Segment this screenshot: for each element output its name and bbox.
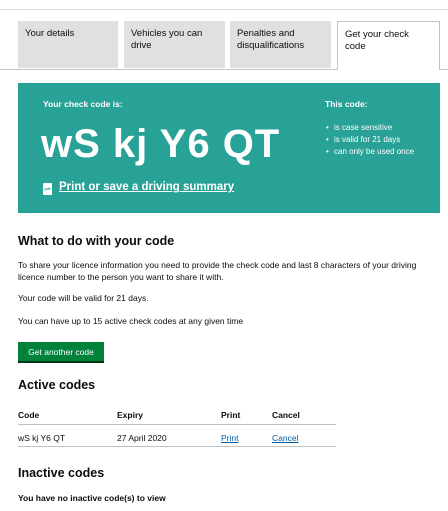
column-header-expiry: Expiry — [117, 410, 143, 420]
row-print-link[interactable]: Print — [221, 433, 238, 443]
active-limit-text: You can have up to 15 active check codes… — [18, 316, 244, 326]
validity-text: Your code will be valid for 21 days. — [18, 293, 149, 303]
pdf-icon-label: pdf — [44, 186, 51, 191]
tab-vehicles-you-can-drive[interactable]: Vehicles you can drive — [124, 21, 225, 68]
row-expiry: 27 April 2020 — [117, 433, 167, 443]
what-to-do-heading: What to do with your code — [18, 234, 175, 248]
pdf-icon[interactable]: pdf — [43, 183, 52, 195]
table-row-divider — [18, 446, 336, 447]
check-code-value: wS kj Y6 QT — [41, 122, 281, 166]
top-divider — [0, 9, 448, 10]
tab-get-your-check-code[interactable]: Get your check code — [337, 21, 440, 70]
no-inactive-codes-message: You have no inactive code(s) to view — [18, 493, 166, 503]
code-properties-list: is case sensitive is valid for 21 days c… — [325, 122, 433, 158]
get-another-code-button[interactable]: Get another code — [18, 342, 104, 361]
check-code-panel: Your check code is: wS kj Y6 QT pdf Prin… — [18, 83, 440, 213]
this-code-label: This code: — [325, 99, 368, 109]
table-header-divider — [18, 424, 336, 425]
code-property-case-sensitive: is case sensitive — [325, 122, 433, 133]
code-property-validity: is valid for 21 days — [325, 134, 433, 145]
column-header-print: Print — [221, 410, 241, 420]
check-code-label: Your check code is: — [43, 99, 123, 109]
tab-bar: Your details Vehicles you can drive Pena… — [0, 21, 448, 70]
column-header-cancel: Cancel — [272, 410, 300, 420]
tab-penalties-and-disqualifications[interactable]: Penalties and disqualifications — [230, 21, 331, 68]
tab-your-details[interactable]: Your details — [18, 21, 118, 68]
code-property-single-use: can only be used once — [325, 146, 433, 157]
print-driving-summary-link[interactable]: Print or save a driving summary — [59, 181, 234, 193]
row-cancel-link[interactable]: Cancel — [272, 433, 298, 443]
active-codes-heading: Active codes — [18, 378, 96, 392]
share-instructions-text: To share your licence information you ne… — [18, 260, 417, 282]
row-code: wS kj Y6 QT — [18, 433, 66, 443]
inactive-codes-heading: Inactive codes — [18, 466, 105, 480]
column-header-code: Code — [18, 410, 40, 420]
